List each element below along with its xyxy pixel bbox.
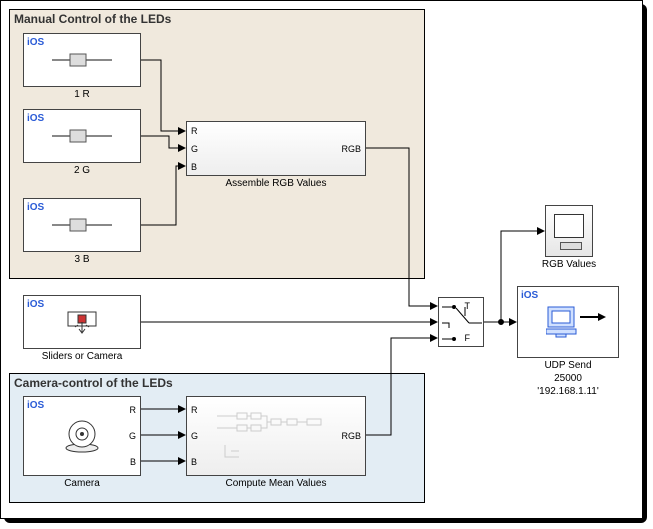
port-in-b: B xyxy=(191,457,197,467)
switch-icon xyxy=(439,298,485,348)
region-camera-title: Camera-control of the LEDs xyxy=(14,376,173,390)
block-assemble-label: Assemble RGB Values xyxy=(186,178,366,189)
ios-badge: iOS xyxy=(27,400,44,411)
port-in-g: G xyxy=(191,431,198,441)
port-out-r: R xyxy=(130,405,137,415)
block-compute-label: Compute Mean Values xyxy=(186,478,366,489)
block-assemble-rgb[interactable]: R G B RGB xyxy=(186,121,366,176)
block-slider-b-label: 3 B xyxy=(23,254,141,265)
block-scope-label: RGB Values xyxy=(521,259,617,270)
block-slider-r[interactable]: iOS xyxy=(23,33,141,87)
ios-badge: iOS xyxy=(521,290,538,301)
block-camera-label: Camera xyxy=(23,478,141,489)
block-slider-b[interactable]: iOS xyxy=(23,198,141,252)
touch-icon xyxy=(65,309,99,335)
region-manual-title: Manual Control of the LEDs xyxy=(14,12,171,26)
block-slider-g-label: 2 G xyxy=(23,165,141,176)
port-out-rgb: RGB xyxy=(341,144,361,154)
ios-badge: iOS xyxy=(27,113,44,124)
port-in-g: G xyxy=(191,144,198,154)
ios-badge: iOS xyxy=(27,202,44,213)
block-udp-send[interactable]: iOS xyxy=(517,286,619,358)
block-udp-ip: '192.168.1.11' xyxy=(517,386,619,397)
port-out-rgb: RGB xyxy=(341,431,361,441)
subsystem-glyph xyxy=(217,409,337,465)
block-udp-label: UDP Send xyxy=(517,360,619,371)
computer-send-icon xyxy=(546,305,606,345)
port-in-b: B xyxy=(191,162,197,172)
ios-badge: iOS xyxy=(27,37,44,48)
block-slider-r-label: 1 R xyxy=(23,89,141,100)
block-camera[interactable]: iOS R G B xyxy=(23,396,141,476)
block-slider-g[interactable]: iOS xyxy=(23,109,141,163)
port-out-b: B xyxy=(130,457,136,467)
block-compute-mean[interactable]: R G B RGB xyxy=(186,396,366,476)
block-scope[interactable] xyxy=(545,205,593,257)
port-in-r: R xyxy=(191,126,198,136)
slider-icon xyxy=(52,53,112,67)
block-sliders-or-camera[interactable]: iOS xyxy=(23,295,141,349)
block-udp-port: 25000 xyxy=(517,373,619,384)
slider-icon xyxy=(52,129,112,143)
diagram-canvas: Manual Control of the LEDs Camera-contro… xyxy=(0,0,653,529)
ios-badge: iOS xyxy=(27,299,44,310)
camera-icon xyxy=(62,418,102,454)
canvas-main: Manual Control of the LEDs Camera-contro… xyxy=(0,0,643,519)
slider-icon xyxy=(52,218,112,232)
port-out-g: G xyxy=(129,431,136,441)
block-sliders-or-camera-label: Sliders or Camera xyxy=(23,351,141,362)
block-switch[interactable]: T F xyxy=(438,297,484,347)
port-in-r: R xyxy=(191,405,198,415)
